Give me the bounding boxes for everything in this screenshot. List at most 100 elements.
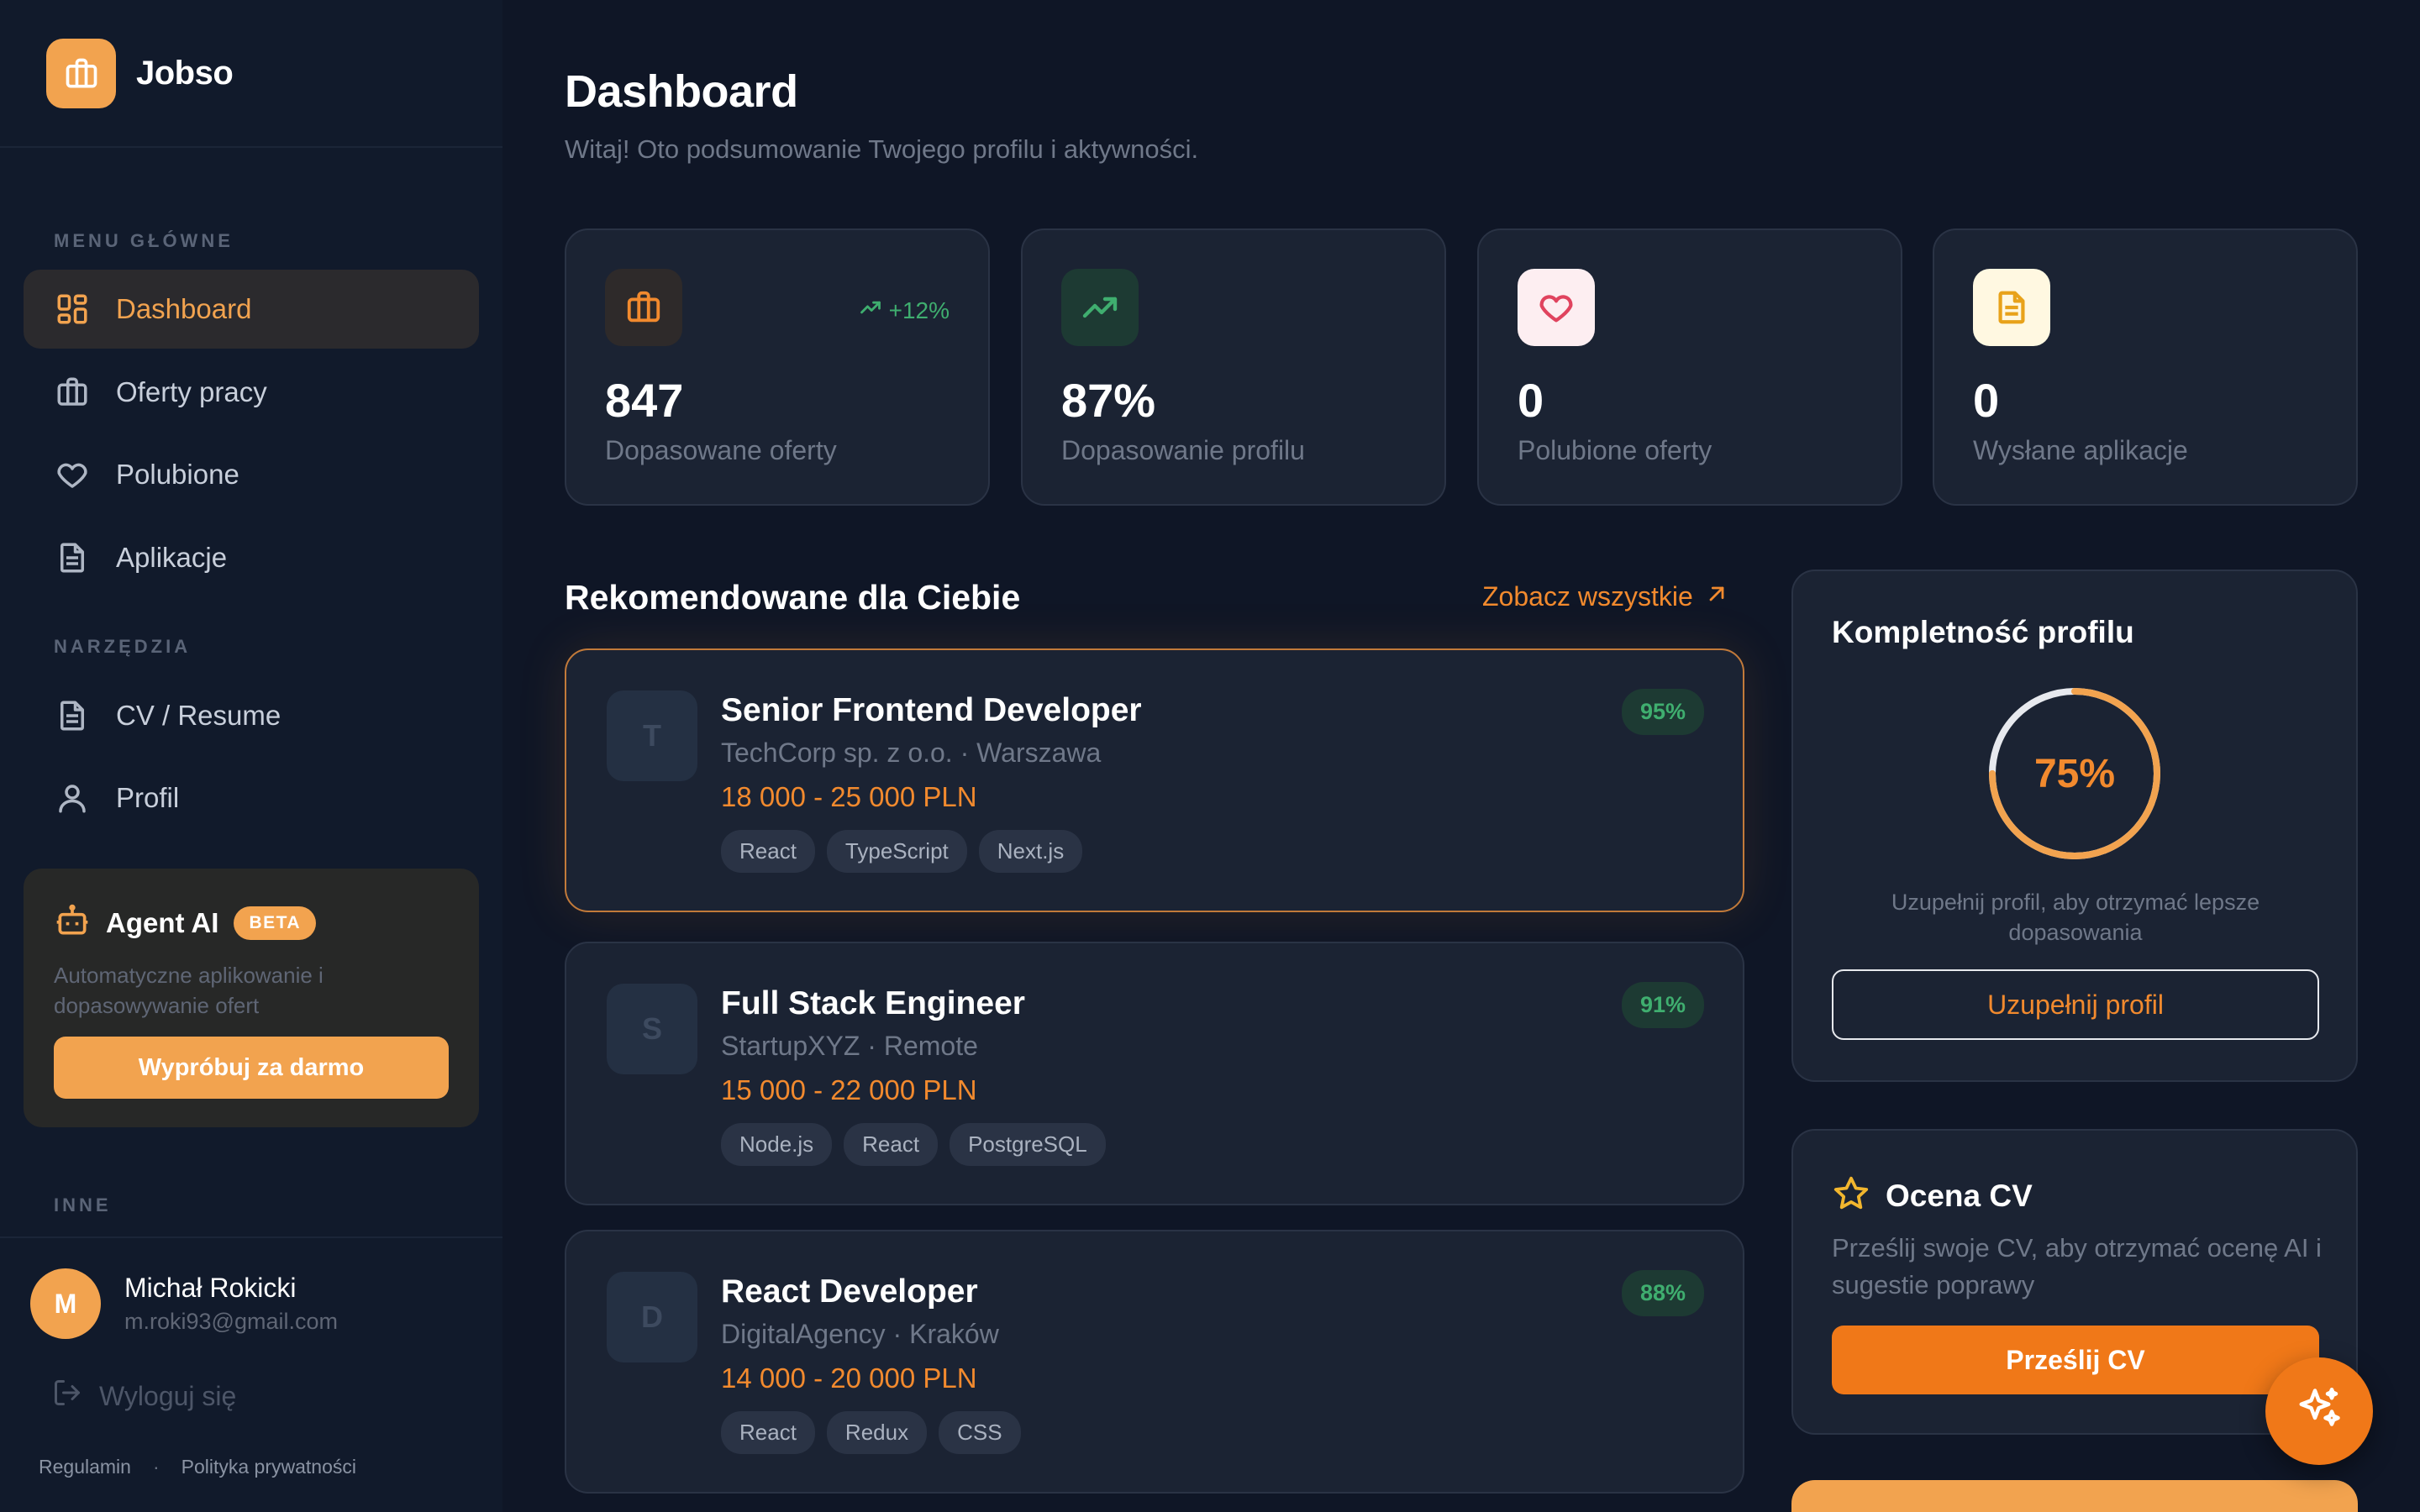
footer-separator: · [152,1456,160,1478]
job-title[interactable]: Senior Frontend Developer [721,692,1142,729]
avatar: M [30,1268,101,1339]
section-label-main: MENU GŁÓWNE [54,230,234,251]
skill-tag: React [721,1411,815,1454]
completeness-title: Kompletność profilu [1832,615,2134,649]
arrow-up-right-icon [1693,581,1728,612]
briefcase-logo-icon [46,39,116,108]
ai-assistant-button[interactable] [2265,1357,2373,1465]
briefcase-icon [605,269,682,346]
user-profile[interactable]: M Michał Rokicki m.roki93@gmail.com [30,1268,338,1339]
sidebar-item-label: Dashboard [116,293,252,324]
promo-card [1791,1480,2358,1512]
section-label-other: INNE [54,1194,112,1215]
job-meta: StartupXYZ · Remote [721,1031,978,1061]
divider [0,146,502,148]
agent-title: Agent AI [106,906,219,938]
user-icon [54,780,91,816]
robot-icon [54,902,91,943]
cv-rating-title: Ocena CV [1886,1178,2033,1213]
job-salary: 18 000 - 25 000 PLN [721,781,977,812]
progress-value: 75% [2033,751,2116,796]
job-salary: 14 000 - 20 000 PLN [721,1362,977,1394]
sidebar-item-profile[interactable]: Profil [24,759,479,837]
agent-ai-card: Agent AI BETA Automatyczne aplikowanie i… [24,869,479,1127]
company-logo: S [607,984,697,1074]
skill-tag: React [721,830,815,873]
match-badge: 88% [1621,1270,1704,1316]
stat-card-sent-applications: 0 Wysłane aplikacje [1933,228,2358,506]
page-subtitle: Witaj! Oto podsumowanie Twojego profilu … [565,134,1199,164]
skill-tag: React [844,1123,939,1166]
stat-label: Polubione oferty [1518,435,1712,465]
job-meta: TechCorp sp. z o.o. · Warszawa [721,738,1102,768]
app-logo[interactable]: Jobso [46,39,234,108]
company-logo: D [607,1272,697,1362]
privacy-link[interactable]: Polityka prywatności [182,1456,356,1478]
job-card[interactable]: S Full Stack Engineer StartupXYZ · Remot… [565,942,1744,1205]
upload-cv-button[interactable]: Prześlij CV [1832,1326,2319,1394]
skill-tag: Next.js [978,830,1083,873]
trend-value: +12% [888,297,950,323]
sidebar-item-label: CV / Resume [116,700,281,731]
stat-card-liked-offers: 0 Polubione oferty [1477,228,1902,506]
stat-card-matched-offers: +12% 847 Dopasowane oferty [565,228,990,506]
job-title[interactable]: Full Stack Engineer [721,985,1025,1022]
job-card[interactable]: D React Developer DigitalAgency · Kraków… [565,1230,1744,1494]
job-salary: 15 000 - 22 000 PLN [721,1074,977,1105]
terms-link[interactable]: Regulamin [39,1456,131,1478]
complete-profile-button[interactable]: Uzupełnij profil [1832,969,2319,1040]
see-all-label: Zobacz wszystkie [1482,581,1693,612]
user-email: m.roki93@gmail.com [124,1309,338,1334]
sidebar-item-label: Aplikacje [116,542,228,573]
heart-icon [1518,269,1595,346]
stat-label: Wysłane aplikacje [1973,435,2188,465]
stat-value: 847 [605,374,684,427]
try-free-button[interactable]: Wypróbuj za darmo [54,1037,449,1099]
job-meta: DigitalAgency · Kraków [721,1319,999,1349]
stat-label: Dopasowanie profilu [1061,435,1305,465]
stat-label: Dopasowane oferty [605,435,837,465]
recommended-title: Rekomendowane dla Ciebie [565,578,1021,617]
agent-description: Automatyczne aplikowanie i dopasowywanie… [54,963,324,1018]
skill-tag: Node.js [721,1123,833,1166]
sidebar-item-applications[interactable]: Aplikacje [24,518,479,597]
page-title: Dashboard [565,66,798,117]
footer-links: Regulamin · Polityka prywatności [39,1456,356,1478]
job-title[interactable]: React Developer [721,1273,978,1310]
document-icon [1973,269,2050,346]
job-tags: React Redux CSS [721,1411,1033,1454]
document-icon [54,539,91,576]
document-icon [54,697,91,734]
profile-completeness-card: Kompletność profilu 75% Uzupełnij profil… [1791,570,2358,1082]
beta-badge: BETA [234,906,317,940]
sidebar-item-label: Profil [116,782,180,813]
match-badge: 91% [1621,982,1704,1028]
completeness-description: Uzupełnij profil, aby otrzymać lepsze do… [1891,890,2260,945]
dashboard-icon [54,291,91,328]
sidebar-item-liked[interactable]: Polubione [24,435,479,514]
job-tags: React TypeScript Next.js [721,830,1094,873]
logout-button[interactable]: Wyloguj się [52,1378,236,1415]
logout-label: Wyloguj się [99,1380,237,1411]
skill-tag: PostgreSQL [950,1123,1106,1166]
progress-ring: 75% [1988,687,2161,860]
briefcase-icon [54,374,91,411]
job-card[interactable]: T Senior Frontend Developer TechCorp sp.… [565,648,1744,912]
logout-icon [52,1378,99,1415]
sidebar-item-dashboard[interactable]: Dashboard [24,270,479,349]
cv-rating-description: Prześlij swoje CV, aby otrzymać ocenę AI… [1832,1233,2322,1299]
stat-value: 0 [1973,374,2000,427]
heart-icon [54,456,91,493]
stat-value: 87% [1061,374,1156,427]
app-name: Jobso [136,55,234,92]
star-icon [1832,1174,1870,1217]
sidebar-item-label: Polubione [116,459,239,490]
sidebar-item-offers[interactable]: Oferty pracy [24,353,479,432]
stat-card-profile-match: 87% Dopasowanie profilu [1021,228,1446,506]
see-all-link[interactable]: Zobacz wszystkie [1482,581,1728,612]
sidebar-item-cv[interactable]: CV / Resume [24,676,479,755]
stat-trend: +12% [859,296,950,325]
job-tags: Node.js React PostgreSQL [721,1123,1118,1166]
skill-tag: Redux [826,1411,928,1454]
trending-up-icon [859,296,889,325]
